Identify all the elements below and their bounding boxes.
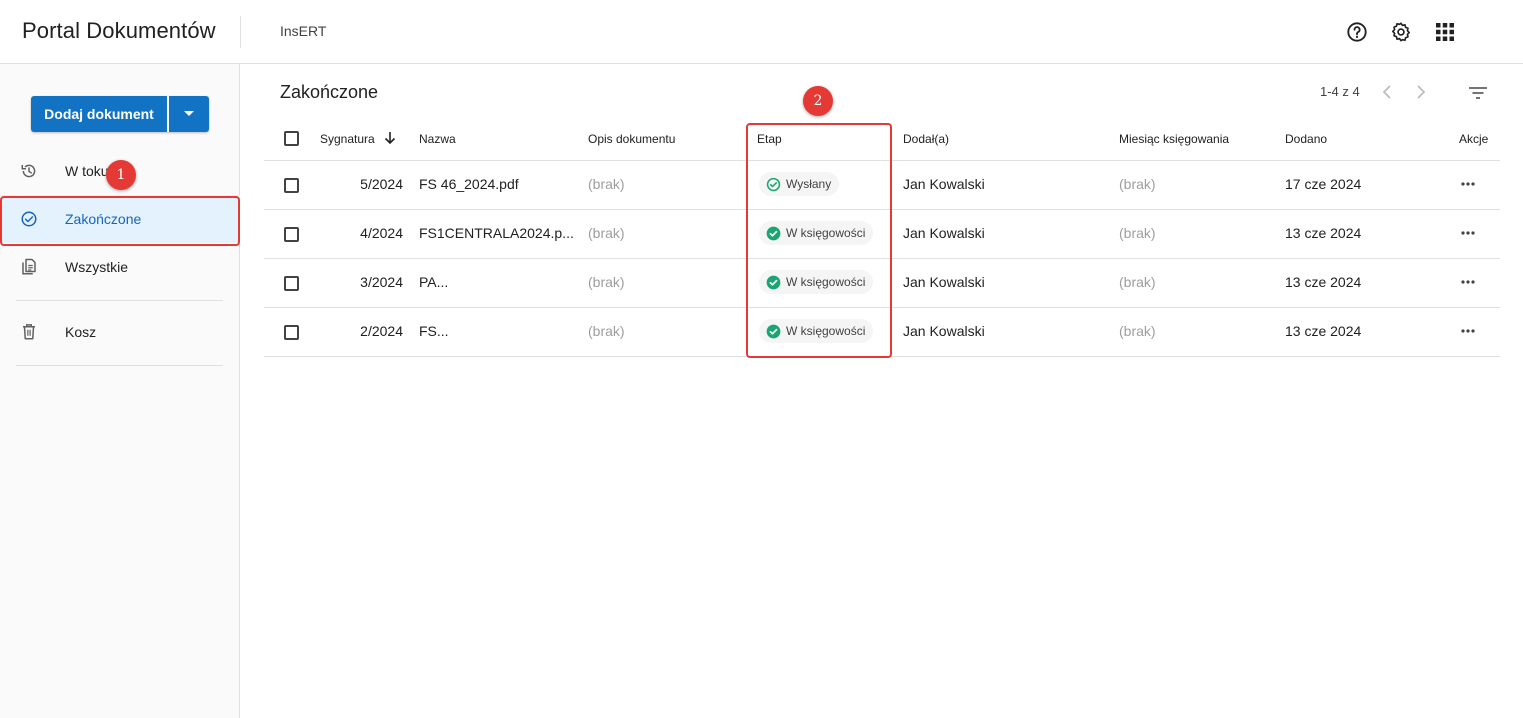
- more-actions-icon[interactable]: [1458, 274, 1478, 290]
- check-circle-outline-icon: [765, 176, 781, 192]
- cell-miesiac: (brak): [1119, 225, 1156, 241]
- cell-miesiac: (brak): [1119, 274, 1156, 290]
- cell-opis: (brak): [588, 274, 625, 290]
- sidebar-item-kosz[interactable]: Kosz: [0, 308, 240, 356]
- cell-opis: (brak): [588, 323, 625, 339]
- page-title: Zakończone: [280, 82, 379, 102]
- cell-sygnatura: 2/2024: [360, 323, 403, 339]
- more-actions-icon[interactable]: [1458, 323, 1478, 339]
- table-row[interactable]: 4/2024 FS1CENTRALA2024.p... (brak) W ksi…: [264, 210, 1500, 259]
- main-content: Zakończone 1-4 z 4 Sygnatura Nazwa Opis …: [241, 64, 1523, 718]
- cell-opis: (brak): [588, 176, 625, 192]
- cell-opis: (brak): [588, 225, 625, 241]
- more-actions-icon[interactable]: [1458, 176, 1478, 192]
- sidebar-item-label: Kosz: [65, 324, 97, 340]
- cell-dodal: Jan Kowalski: [903, 323, 985, 339]
- row-checkbox[interactable]: [284, 178, 299, 193]
- column-header-etap[interactable]: Etap: [757, 132, 782, 146]
- cell-nazwa[interactable]: PA...: [419, 274, 448, 290]
- add-document-button-group: Dodaj dokument: [31, 96, 209, 132]
- row-checkbox[interactable]: [284, 325, 299, 340]
- chevron-right-icon[interactable]: [1411, 82, 1431, 102]
- sort-arrow-down-icon[interactable]: [384, 131, 396, 150]
- column-header-nazwa[interactable]: Nazwa: [419, 132, 456, 146]
- cell-sygnatura: 4/2024: [360, 225, 403, 241]
- check-circle-filled-icon: [765, 274, 781, 290]
- select-all-checkbox[interactable]: [284, 131, 299, 146]
- column-header-akcje: Akcje: [1459, 132, 1489, 146]
- more-actions-icon[interactable]: [1458, 225, 1478, 241]
- add-document-dropdown-button[interactable]: [169, 96, 209, 132]
- table-row[interactable]: 2/2024 FS... (brak) W księgowości Jan Ko…: [264, 308, 1500, 357]
- sidebar-item-zakonczone[interactable]: Zakończone: [0, 195, 240, 243]
- cell-nazwa[interactable]: FS1CENTRALA2024.p...: [419, 225, 574, 241]
- check-circle-filled-icon: [765, 323, 781, 339]
- annotation-badge-1: 1: [106, 160, 136, 190]
- cell-dodal: Jan Kowalski: [903, 176, 985, 192]
- column-header-dodano[interactable]: Dodano: [1285, 132, 1327, 146]
- sidebar-divider: [16, 300, 223, 301]
- help-icon[interactable]: [1345, 20, 1369, 44]
- sidebar-item-wszystkie[interactable]: Wszystkie: [0, 243, 240, 291]
- table-header: Sygnatura Nazwa Opis dokumentu Etap Doda…: [264, 116, 1500, 161]
- documents-table: Sygnatura Nazwa Opis dokumentu Etap Doda…: [264, 116, 1500, 357]
- table-row[interactable]: 5/2024 FS 46_2024.pdf (brak) Wysłany Jan…: [264, 161, 1500, 210]
- documents-icon: [20, 258, 38, 276]
- annotation-badge-2: 2: [803, 86, 833, 116]
- trash-icon: [20, 323, 38, 341]
- status-label: Wysłany: [786, 177, 832, 191]
- pagination-info: 1-4 z 4: [1320, 84, 1360, 99]
- cell-nazwa[interactable]: FS...: [419, 323, 449, 339]
- check-circle-filled-icon: [765, 225, 781, 241]
- cell-dodano: 13 cze 2024: [1285, 274, 1362, 290]
- cell-nazwa[interactable]: FS 46_2024.pdf: [419, 176, 519, 192]
- column-header-opis[interactable]: Opis dokumentu: [588, 132, 675, 146]
- table-row[interactable]: 3/2024 PA... (brak) W księgowości Jan Ko…: [264, 259, 1500, 308]
- column-header-sygnatura[interactable]: Sygnatura: [320, 132, 375, 146]
- title-divider: [240, 16, 241, 48]
- sidebar-item-label: Wszystkie: [65, 259, 128, 275]
- status-chip-wyslany: Wysłany: [759, 172, 840, 196]
- apps-grid-icon[interactable]: [1433, 20, 1457, 44]
- status-label: W księgowości: [786, 275, 866, 289]
- status-label: W księgowości: [786, 324, 866, 338]
- cell-dodano: 17 cze 2024: [1285, 176, 1362, 192]
- status-chip-w-ksiegowosci: W księgowości: [759, 221, 874, 245]
- cell-dodano: 13 cze 2024: [1285, 225, 1362, 241]
- column-header-dodal[interactable]: Dodał(a): [903, 132, 949, 146]
- settings-icon[interactable]: [1389, 20, 1413, 44]
- history-icon: [20, 162, 38, 180]
- row-checkbox[interactable]: [284, 227, 299, 242]
- row-checkbox[interactable]: [284, 276, 299, 291]
- status-chip-w-ksiegowosci: W księgowości: [759, 270, 874, 294]
- caret-down-icon: [184, 111, 194, 116]
- cell-sygnatura: 3/2024: [360, 274, 403, 290]
- company-name: InsERT: [280, 23, 327, 39]
- top-bar: Portal Dokumentów InsERT: [0, 0, 1523, 64]
- column-header-miesiac[interactable]: Miesiąc księgowania: [1119, 132, 1229, 146]
- cell-miesiac: (brak): [1119, 176, 1156, 192]
- cell-dodal: Jan Kowalski: [903, 274, 985, 290]
- add-document-button[interactable]: Dodaj dokument: [31, 96, 167, 132]
- cell-dodal: Jan Kowalski: [903, 225, 985, 241]
- check-circle-icon: [20, 210, 38, 228]
- cell-miesiac: (brak): [1119, 323, 1156, 339]
- app-title: Portal Dokumentów: [22, 18, 216, 43]
- chevron-left-icon[interactable]: [1377, 82, 1397, 102]
- sidebar-item-label: Zakończone: [65, 211, 142, 227]
- sidebar-divider: [16, 365, 223, 366]
- cell-dodano: 13 cze 2024: [1285, 323, 1362, 339]
- filter-icon[interactable]: [1467, 82, 1489, 104]
- sidebar-item-label: W toku: [65, 163, 109, 179]
- status-chip-w-ksiegowosci: W księgowości: [759, 319, 874, 343]
- cell-sygnatura: 5/2024: [360, 176, 403, 192]
- status-label: W księgowości: [786, 226, 866, 240]
